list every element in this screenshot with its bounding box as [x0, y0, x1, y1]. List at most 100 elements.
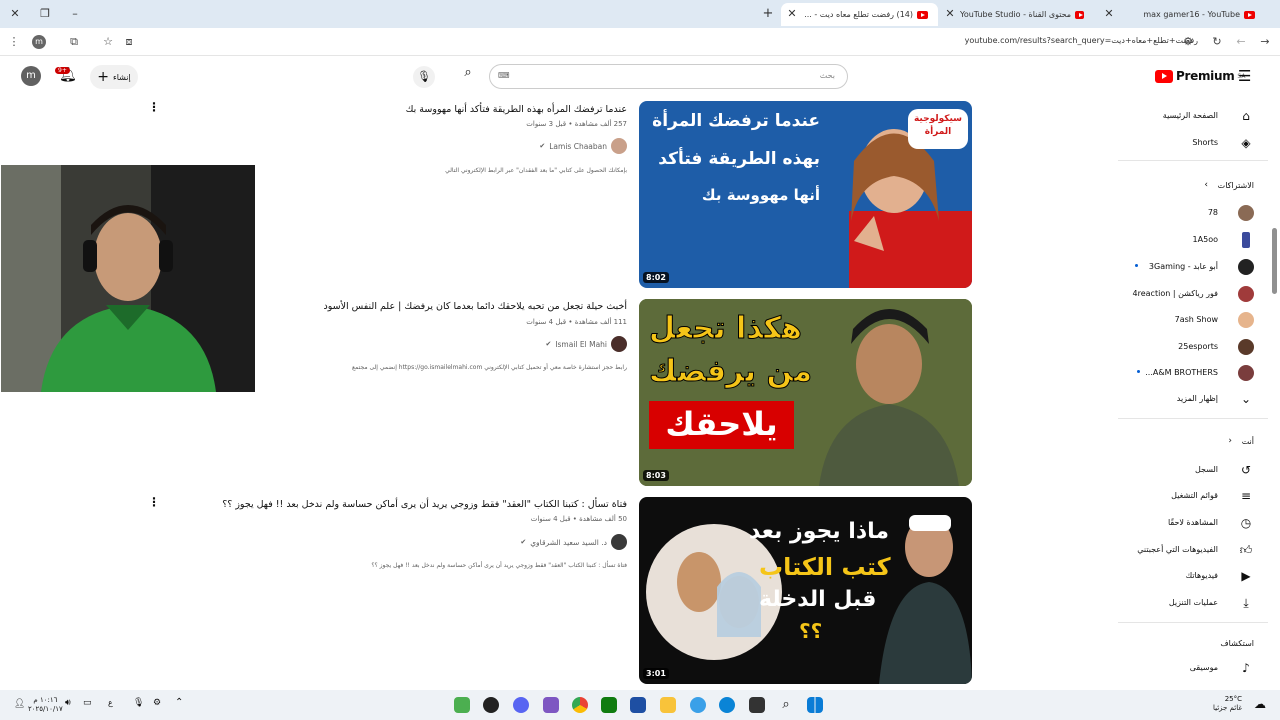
person-icon[interactable]: 👤︎ — [14, 699, 25, 709]
tab-close-icon[interactable]: ✕ — [1102, 7, 1116, 20]
tray-app-icon[interactable]: ⚙ — [153, 698, 161, 708]
weather-widget[interactable]: 25°C غائم جزئيا — [1213, 695, 1242, 713]
video-thumbnail[interactable]: سيكولوجية المرأة عندما ترفضك المرأة بهذه… — [639, 101, 972, 288]
hamburger-menu-icon[interactable]: ☰ — [1238, 67, 1251, 85]
forward-icon[interactable]: ← — [1233, 35, 1249, 48]
channel-link[interactable]: د. السيد سعيد الشرقاوي ✔ — [520, 534, 627, 550]
sidebar-item-liked[interactable]: 👍︎ الفيديوهات التي أعجبتني — [1115, 537, 1280, 563]
search-taskbar-icon[interactable]: ⌕ — [778, 697, 794, 713]
volume-icon[interactable]: 🔊︎ — [65, 698, 71, 708]
search-icon[interactable]: ⌕ — [455, 65, 481, 89]
sidebar-item-watch-later[interactable]: ◷ المشاهدة لاحقًا — [1115, 510, 1280, 536]
video-icon: ▶ — [1241, 569, 1251, 583]
restore-window-icon[interactable]: ❐ — [38, 7, 52, 20]
video-thumbnail[interactable]: ماذا يجوز بعد كتب الكتاب قبل الدخلة ؟؟ 3… — [639, 497, 972, 684]
sub-label: 1A5oo — [1192, 235, 1218, 244]
sub-item-25esports[interactable]: 25esports — [1115, 334, 1280, 360]
sidebar-item-shorts[interactable]: ◈ Shorts — [1115, 130, 1280, 156]
section-title: استكشاف — [1220, 639, 1254, 648]
back-icon[interactable]: → — [1257, 35, 1273, 48]
show-more-button[interactable]: ⌄ إظهار المزيد — [1115, 386, 1280, 412]
tab-close-icon[interactable]: ✕ — [785, 7, 799, 20]
youtube-favicon-icon — [1244, 10, 1255, 19]
edge-icon[interactable] — [719, 697, 735, 713]
sidebar-item-playlists[interactable]: ≡ قوائم التشغيل — [1115, 483, 1280, 509]
sidebar-scrollbar[interactable] — [1272, 228, 1277, 294]
youtube-header: m 🔔︎ 9+ إنشاء + 🎙︎ ⌕ بحث ⌨ Premium SA ☰ — [0, 58, 1280, 96]
tab-youtube-studio[interactable]: محتوى القناة - YouTube Studio — [960, 3, 1092, 26]
youtube-premium-logo[interactable]: Premium SA — [1155, 69, 1245, 83]
clock-time: ١٠:١٦ م — [33, 696, 58, 704]
taskbar-app-icon[interactable] — [543, 697, 559, 713]
sub-item-3gaming[interactable]: أبو عابد - 3Gaming — [1115, 254, 1280, 280]
tab-max-gamer[interactable]: max gamer16 - YouTube — [1113, 3, 1263, 26]
mic-tray-icon[interactable]: 🎙︎ — [133, 698, 144, 708]
new-tab-button[interactable]: + — [761, 6, 775, 21]
divider — [1118, 160, 1268, 161]
more-actions-icon[interactable]: ⋮ — [148, 496, 160, 508]
network-icon[interactable]: ▭ — [83, 698, 92, 708]
keyboard-icon[interactable]: ⌨ — [498, 71, 510, 80]
chrome-icon[interactable] — [572, 697, 588, 713]
sub-item-7ash-show[interactable]: 7ash Show — [1115, 307, 1280, 333]
taskbar-app-icon[interactable] — [454, 697, 470, 713]
show-more-label: إظهار المزيد — [1176, 394, 1218, 403]
video-title[interactable]: أخبث حيلة تجعل من تحبه يلاحقك دائما بعدم… — [323, 301, 627, 312]
tab-current-search[interactable]: (14) رفضت تطلع معاه ديت - ... — [781, 3, 938, 26]
search-input[interactable]: بحث ⌨ — [489, 64, 848, 89]
site-settings-icon[interactable]: ⚙ — [1180, 35, 1196, 48]
music-icon: ♪ — [1242, 661, 1250, 675]
channel-avatar — [1238, 286, 1254, 302]
more-actions-icon[interactable]: ⋮ — [148, 101, 160, 113]
windows-start-icon[interactable] — [807, 697, 823, 713]
taskbar-app-icon[interactable] — [483, 697, 499, 713]
tray-expand-icon[interactable]: ⌃ — [175, 697, 183, 708]
playlist-icon: ≡ — [1240, 489, 1252, 503]
close-window-icon[interactable]: ✕ — [8, 7, 22, 20]
create-button[interactable]: إنشاء + — [90, 65, 138, 89]
tab-close-icon[interactable]: ✕ — [943, 7, 957, 20]
voice-search-mic-icon[interactable]: 🎙︎ — [413, 66, 435, 88]
video-thumbnail[interactable]: هكذا تجعل من يرفضك يلاحقك 8:03 — [639, 299, 972, 486]
sidebar-item-label: السجل — [1194, 465, 1218, 474]
sub-label: 7ash Show — [1174, 315, 1218, 324]
thumbnail-text: عندما ترفضك المرأة — [652, 111, 820, 131]
new-content-dot — [1135, 264, 1138, 267]
taskbar-app-icon[interactable] — [690, 697, 706, 713]
sidebar-item-your-videos[interactable]: ▶ فيديوهاتك — [1115, 563, 1280, 589]
clock[interactable]: ١٠:١٦ م ٢٠٢٥/١٠/١٧ — [28, 696, 63, 714]
video-title[interactable]: فتاة تسأل : كتبنا الكتاب "العقد" فقط وزو… — [222, 499, 627, 510]
sub-item-78[interactable]: 78 — [1115, 200, 1280, 226]
language-icon[interactable]: ع — [108, 698, 113, 707]
sidebar-item-music[interactable]: ♪ موسيقى — [1115, 655, 1280, 681]
channel-link[interactable]: Ismail El Mahi ✔ — [545, 336, 627, 352]
discord-icon[interactable] — [513, 697, 529, 713]
sidebar-item-history[interactable]: ↺ السجل — [1115, 457, 1280, 483]
cast-icon[interactable]: ⧈ — [121, 35, 137, 49]
cloud-icon: ☁ — [1254, 697, 1266, 711]
sidebar-you-header[interactable]: أنت ‹ — [1115, 429, 1280, 455]
sidebar-subs-header[interactable]: الاشتراكات › — [1115, 173, 1280, 199]
taskbar-app-icon[interactable] — [630, 697, 646, 713]
extensions-icon[interactable]: ⧉ — [66, 35, 82, 49]
profile-avatar[interactable]: m — [32, 35, 46, 49]
taskbar-app-icon[interactable] — [749, 697, 765, 713]
sub-item-4reaction[interactable]: فور رياكشن | 4reaction — [1115, 281, 1280, 307]
address-bar[interactable]: youtube.com/results?search_query=رفضت+تط… — [965, 36, 1198, 45]
file-explorer-icon[interactable] — [660, 697, 676, 713]
kebab-menu-icon[interactable]: ⋮ — [6, 35, 22, 48]
reload-icon[interactable]: ↻ — [1209, 35, 1225, 48]
sidebar-item-downloads[interactable]: ⤓ عمليات التنزيل — [1115, 590, 1280, 616]
minimize-window-icon[interactable]: – — [68, 7, 82, 20]
channel-link[interactable]: Lamis Chaaban ✔ — [539, 138, 627, 154]
channel-avatar — [1238, 205, 1254, 221]
thumbnail-text: كتب الكتاب — [759, 553, 891, 581]
sidebar-item-home[interactable]: ⌂ الصفحة الرئيسية — [1115, 103, 1280, 129]
bookmark-star-icon[interactable]: ☆ — [100, 35, 116, 48]
xbox-icon[interactable] — [601, 697, 617, 713]
thumbnail-text: هكذا تجعل — [649, 311, 803, 347]
sub-item-am-brothers[interactable]: A&M BROTHERS... — [1115, 360, 1280, 386]
account-avatar[interactable]: m — [21, 66, 41, 86]
sub-item-1a5oo[interactable]: 1A5oo — [1115, 227, 1280, 253]
video-title[interactable]: عندما ترفضك المرأه بهذه الطريقة فتأكد أن… — [406, 104, 627, 115]
